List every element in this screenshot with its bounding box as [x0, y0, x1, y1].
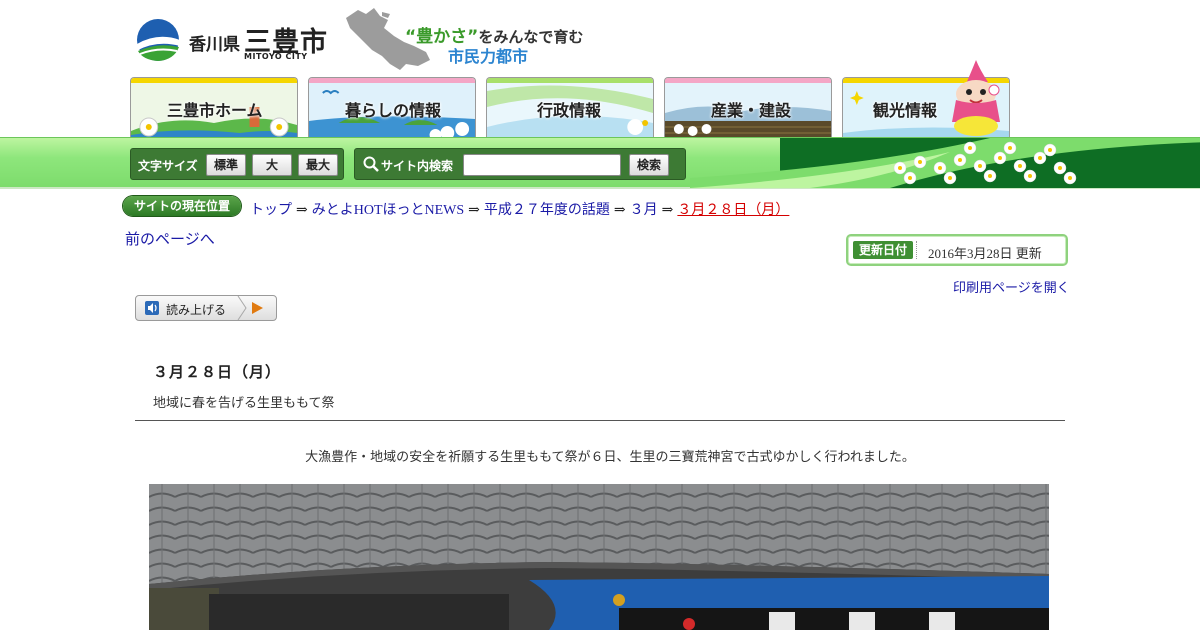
back-link[interactable]: 前のページへ — [125, 228, 215, 249]
search-input[interactable] — [463, 154, 621, 176]
speaker-icon — [145, 301, 159, 315]
site-search-label: サイト内検索 — [381, 159, 454, 173]
breadcrumb-separator: ⇒ — [661, 203, 674, 218]
logo-city-roman: MITOYO CITY — [244, 52, 308, 61]
shrine-photo-image — [149, 484, 1049, 630]
article-photo — [149, 484, 1049, 630]
update-date-text: 2016年3月28日 更新 — [928, 246, 1042, 261]
tab-industry-label: 産業・建設 — [711, 101, 792, 120]
tab-home-label: 三豊市ホーム — [167, 101, 263, 120]
article-title: ３月２８日（月） — [153, 363, 282, 381]
article-subtitle: 地域に春を告げる生里ももて祭 — [153, 396, 335, 411]
read-aloud-button[interactable]: 読み上げる — [135, 295, 277, 321]
article-body: 大漁豊作・地域の安全を祈願する生里ももて祭が６日、生里の三寶荒神宮で古式ゆかしく… — [305, 450, 915, 465]
read-aloud-divider — [237, 296, 247, 320]
search-icon — [363, 156, 379, 172]
tab-living[interactable]: 暮らしの情報 — [308, 77, 476, 139]
font-size-large-button[interactable]: 大 — [252, 154, 292, 176]
breadcrumb-separator: ⇒ — [296, 203, 308, 218]
tab-administration-label: 行政情報 — [537, 101, 602, 120]
font-size-label: 文字サイズ — [138, 159, 198, 173]
breadcrumb-link-news[interactable]: みとよHOTほっとNEWS — [312, 203, 464, 218]
mascot-icon — [952, 60, 1000, 136]
play-icon — [252, 302, 263, 314]
font-size-panel: 文字サイズ 標準 大 最大 — [130, 148, 344, 180]
tab-administration[interactable]: 行政情報 — [486, 77, 654, 139]
tab-tourism-label: 観光情報 — [873, 101, 938, 120]
search-button[interactable]: 検索 — [629, 154, 669, 176]
site-search-panel: サイト内検索 検索 — [354, 148, 686, 180]
site-logo[interactable]: 香川県 三豊市 MITOYO CITY — [134, 16, 334, 66]
font-size-standard-button[interactable]: 標準 — [206, 154, 246, 176]
daisy-decoration-icon — [690, 138, 1200, 188]
logo-prefecture: 香川県 — [189, 35, 240, 55]
utility-bar: 文字サイズ 標準 大 最大 サイト内検索 検索 — [0, 137, 1200, 189]
update-divider — [916, 241, 917, 259]
tab-living-label: 暮らしの情報 — [345, 101, 442, 120]
logo-mark-icon — [137, 19, 180, 61]
tab-industry[interactable]: 産業・建設 — [664, 77, 832, 139]
breadcrumb-link-top[interactable]: トップ — [250, 203, 292, 218]
read-aloud-label: 読み上げる — [166, 303, 227, 317]
print-page-link[interactable]: 印刷用ページを開く — [953, 277, 1070, 296]
breadcrumb-link-month[interactable]: ３月 — [630, 203, 658, 218]
breadcrumb-separator: ⇒ — [613, 203, 626, 218]
breadcrumb: トップ ⇒ みとよHOTほっとNEWS ⇒ 平成２７年度の話題 ⇒ ３月 ⇒ ３月２８日（月） — [250, 199, 789, 219]
tab-home[interactable]: 三豊市ホーム — [130, 77, 298, 139]
breadcrumb-link-fiscal-year[interactable]: 平成２７年度の話題 — [484, 203, 610, 218]
breadcrumb-separator: ⇒ — [468, 203, 480, 218]
breadcrumb-current: ３月２８日（月） — [677, 203, 790, 218]
update-date-badge: 更新日付 — [853, 241, 913, 259]
font-size-max-button[interactable]: 最大 — [298, 154, 338, 176]
breadcrumb-badge: サイトの現在位置 — [123, 196, 241, 216]
update-date-box: 更新日付 2016年3月28日 更新 — [846, 234, 1068, 266]
article-divider — [135, 420, 1065, 421]
slogan-line2: 市民力都市 — [448, 47, 529, 66]
